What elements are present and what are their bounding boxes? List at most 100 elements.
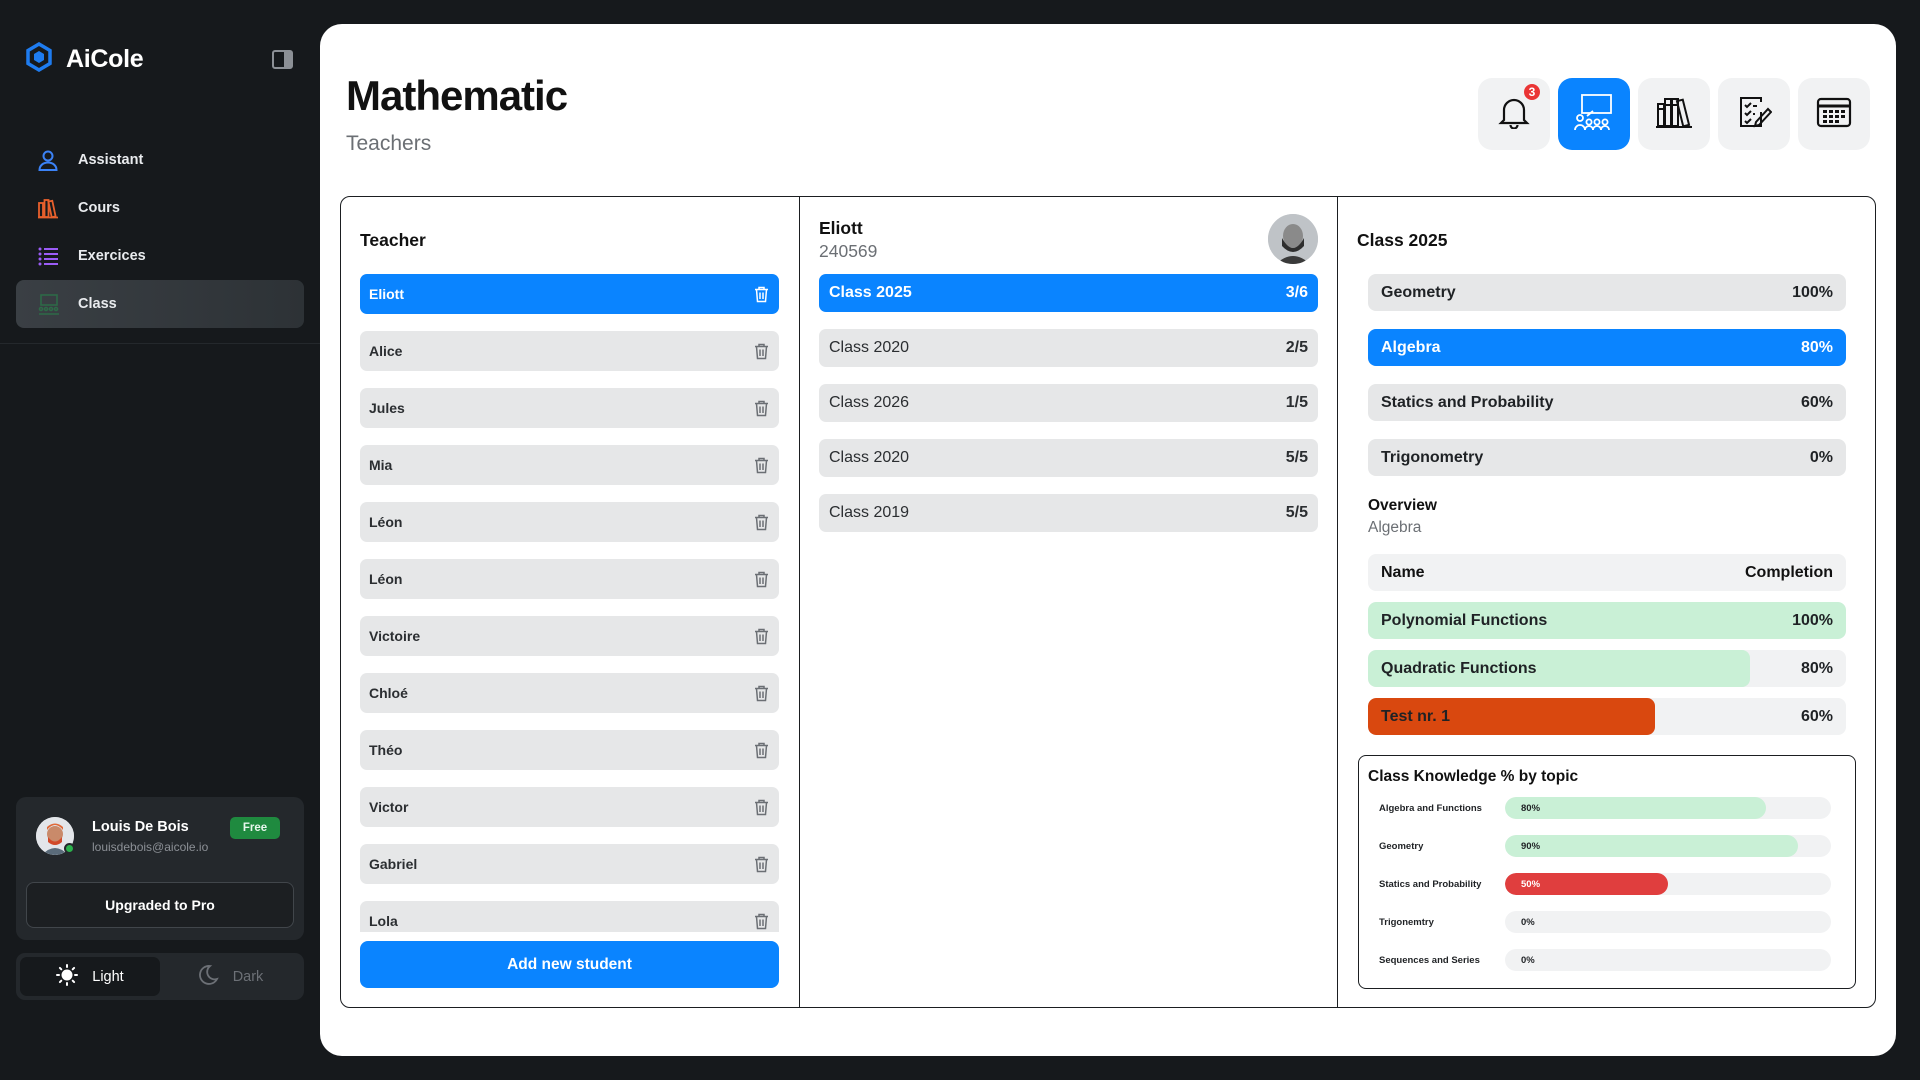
class-list-item[interactable]: Class 2025 3/6 — [819, 274, 1318, 312]
theme-dark-button[interactable]: Dark — [160, 957, 300, 996]
class-list-item[interactable]: Class 2026 1/5 — [819, 384, 1318, 422]
trash-icon[interactable] — [752, 569, 770, 589]
knowledge-topic-label: Geometry — [1379, 840, 1424, 852]
knowledge-bar-track: 80% — [1505, 797, 1831, 819]
trash-icon[interactable] — [752, 455, 770, 475]
sidebar: AiCole Assistant Cours Exercices Class L… — [0, 0, 320, 1080]
teacher-name: Gabriel — [369, 856, 418, 872]
class-count: 3/6 — [1285, 284, 1308, 301]
knowledge-bar-track: 0% — [1505, 949, 1831, 971]
classroom-button[interactable] — [1558, 78, 1630, 150]
teacher-list-item[interactable]: Théo — [360, 730, 779, 770]
teacher-list-item[interactable]: Chloé — [360, 673, 779, 713]
trash-icon[interactable] — [752, 626, 770, 646]
subject-name: Statics and Probability — [1381, 393, 1554, 411]
trash-icon[interactable] — [752, 341, 770, 361]
upgrade-button[interactable]: Upgraded to Pro — [26, 882, 294, 928]
calendar-button[interactable] — [1798, 78, 1870, 150]
sidebar-item-cours[interactable]: Cours — [16, 184, 304, 232]
sidebar-item-assistant[interactable]: Assistant — [16, 136, 304, 184]
content-board: Teacher Eliott Alice Jules Mia Léon Léon Victo… — [340, 196, 1876, 1008]
trash-icon[interactable] — [752, 512, 770, 532]
sidebar-toggle-icon[interactable] — [272, 50, 293, 69]
page-title: Mathematic — [346, 72, 568, 119]
page-subtitle: Teachers — [346, 132, 432, 155]
teacher-list-item[interactable]: Jules — [360, 388, 779, 428]
class-detail-title: Class 2025 — [1357, 230, 1448, 250]
teacher-list-item[interactable]: Léon — [360, 559, 779, 599]
subject-item[interactable]: Trigonometry 0% — [1368, 439, 1846, 476]
teacher-list-item[interactable]: Mia — [360, 445, 779, 485]
theme-light-button[interactable]: Light — [20, 957, 160, 996]
tasks-button[interactable] — [1718, 78, 1790, 150]
knowledge-card-title: Class Knowledge % by topic — [1368, 768, 1579, 785]
teacher-name: Mia — [369, 457, 393, 473]
completion-row[interactable]: Polynomial Functions 100% — [1368, 602, 1846, 639]
sidebar-item-label: Cours — [78, 200, 120, 216]
trash-icon[interactable] — [752, 911, 770, 931]
knowledge-row: Trigonemtry 0% — [1379, 910, 1831, 934]
teacher-list[interactable]: Eliott Alice Jules Mia Léon Léon Victoire Chloé… — [360, 274, 779, 932]
calendar-icon — [1816, 95, 1852, 134]
subject-list[interactable]: Geometry 100% Algebra 80% Statics and Probab… — [1368, 274, 1846, 494]
knowledge-row: Algebra and Functions 80% — [1379, 796, 1831, 820]
class-count: 5/5 — [1285, 504, 1308, 521]
classroom-icon — [1573, 92, 1615, 137]
teacher-name: Théo — [369, 742, 403, 758]
teacher-list-item[interactable]: Eliott — [360, 274, 779, 314]
subject-value: 100% — [1792, 283, 1833, 301]
completion-value: 60% — [1800, 707, 1833, 725]
subject-item[interactable]: Statics and Probability 60% — [1368, 384, 1846, 421]
class-list-item[interactable]: Class 2020 2/5 — [819, 329, 1318, 367]
logo-icon — [24, 41, 54, 77]
teacher-list-item[interactable]: Alice — [360, 331, 779, 371]
list-icon — [36, 244, 60, 268]
subject-value: 0% — [1809, 448, 1833, 466]
completion-row[interactable]: Test nr. 1 60% — [1368, 698, 1846, 735]
trash-icon[interactable] — [752, 740, 770, 760]
subject-item[interactable]: Algebra 80% — [1368, 329, 1846, 366]
column-header-name: Name — [1381, 563, 1425, 581]
class-list-item[interactable]: Class 2020 5/5 — [819, 439, 1318, 477]
class-list[interactable]: Class 2025 3/6 Class 2020 2/5 Class 2026 1/5 C… — [819, 274, 1318, 549]
teacher-list-item[interactable]: Gabriel — [360, 844, 779, 884]
class-name: Class 2019 — [829, 504, 910, 521]
class-count: 5/5 — [1285, 449, 1308, 466]
tasks-icon — [1736, 94, 1773, 135]
class-count: 1/5 — [1285, 394, 1308, 411]
completion-row[interactable]: Quadratic Functions 80% — [1368, 650, 1846, 687]
trash-icon[interactable] — [752, 854, 770, 874]
teacher-list-item[interactable]: Victoire — [360, 616, 779, 656]
teacher-list-item[interactable]: Lola — [360, 901, 779, 932]
classroom-icon — [36, 292, 60, 316]
classes-column: Eliott 240569 Class 2025 3/6 Class 2020 2/5… — [799, 197, 1337, 1007]
notifications-button[interactable]: 3 — [1478, 78, 1550, 150]
subject-name: Geometry — [1381, 283, 1456, 301]
knowledge-value: 90% — [1521, 840, 1541, 852]
sidebar-item-class[interactable]: Class — [16, 280, 304, 328]
add-student-button[interactable]: Add new student — [360, 941, 779, 988]
knowledge-value: 80% — [1521, 802, 1541, 814]
completion-value: 80% — [1800, 659, 1833, 677]
theme-dark-label: Dark — [232, 968, 264, 985]
online-status-icon — [64, 843, 75, 854]
teacher-avatar[interactable] — [1268, 214, 1318, 264]
teacher-name: Lola — [369, 913, 398, 929]
sidebar-item-exercices[interactable]: Exercices — [16, 232, 304, 280]
subject-value: 60% — [1800, 393, 1833, 411]
class-list-item[interactable]: Class 2019 5/5 — [819, 494, 1318, 532]
library-button[interactable] — [1638, 78, 1710, 150]
trash-icon[interactable] — [752, 683, 770, 703]
teacher-name: Victor — [369, 799, 409, 815]
selected-teacher-id: 240569 — [819, 241, 878, 261]
trash-icon[interactable] — [752, 797, 770, 817]
trash-icon[interactable] — [752, 284, 770, 304]
brand[interactable]: AiCole — [24, 41, 144, 77]
main-panel: Mathematic Teachers 3 Teacher Eliott Ali… — [320, 24, 1896, 1056]
teacher-name: Léon — [369, 571, 403, 587]
subject-item[interactable]: Geometry 100% — [1368, 274, 1846, 311]
teacher-list-item[interactable]: Léon — [360, 502, 779, 542]
teacher-list-item[interactable]: Victor — [360, 787, 779, 827]
plan-badge: Free — [230, 817, 280, 839]
trash-icon[interactable] — [752, 398, 770, 418]
